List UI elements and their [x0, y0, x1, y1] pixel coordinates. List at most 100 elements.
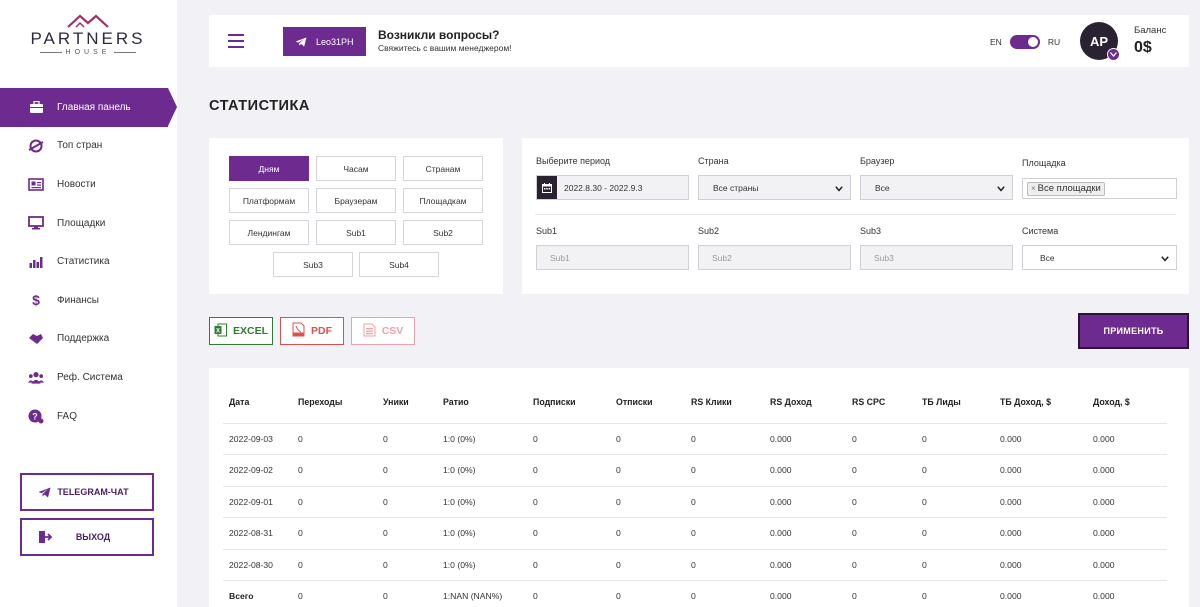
group-by-hours-button[interactable]: Часам — [316, 156, 396, 181]
sidebar-item-statistics[interactable]: Статистика — [0, 242, 177, 281]
sidebar-item-support[interactable]: Поддержка — [0, 320, 177, 359]
table-row: 2022-09-03 0 0 1:0 (0%) 0 0 0 0.000 0 0 0.000 0.000 — [223, 423, 1167, 455]
table-cell: 0.000 — [1087, 580, 1167, 607]
table-cell: 0 — [685, 454, 764, 487]
sidebar-item-label: Площадки — [57, 217, 106, 229]
group-by-days-button[interactable]: Дням — [229, 156, 309, 181]
sidebar-item-label: Реф. Система — [57, 371, 123, 383]
column-header[interactable]: Ратио — [437, 382, 527, 424]
table-cell: 0.000 — [1087, 423, 1167, 455]
table-cell: 0.000 — [764, 486, 846, 518]
telegram-icon — [38, 487, 52, 498]
filter-divider — [535, 214, 1176, 215]
sidebar-item-sites[interactable]: Площадки — [0, 204, 177, 243]
site-multiselect[interactable]: × Все площадки — [1022, 178, 1177, 199]
sidebar-item-faq[interactable]: ? FAQ — [0, 397, 177, 436]
sidebar-item-dashboard[interactable]: Главная панель — [0, 88, 177, 127]
sidebar-item-news[interactable]: Новости — [0, 165, 177, 204]
monitor-icon — [28, 215, 44, 231]
table-cell: 0 — [527, 549, 610, 581]
column-header[interactable]: ТБ Доход, $ — [994, 382, 1087, 424]
system-select[interactable]: Все — [1022, 245, 1177, 270]
browser-select[interactable]: Все — [860, 175, 1013, 200]
group-by-sites-button[interactable]: Площадкам — [403, 188, 483, 213]
table-row: 2022-09-01 0 0 1:0 (0%) 0 0 0 0.000 0 0 0.000 0.000 — [223, 486, 1167, 518]
period-label: Выберите период — [536, 156, 611, 166]
period-input[interactable]: 2022.8.30 - 2022.9.3 — [536, 175, 689, 200]
remove-tag-icon[interactable]: × — [1031, 184, 1036, 193]
column-header[interactable]: Дата — [223, 382, 292, 424]
site-tag[interactable]: × Все площадки — [1027, 181, 1105, 196]
group-by-platforms-button[interactable]: Платформам — [229, 188, 309, 213]
globe-icon — [28, 138, 44, 154]
column-header[interactable]: RS Клики — [685, 382, 764, 424]
table-cell: 0 — [610, 454, 685, 487]
sidebar-item-top-countries[interactable]: Топ стран — [0, 127, 177, 166]
sub2-input[interactable]: Sub2 — [698, 245, 851, 270]
table-cell: 0 — [292, 454, 377, 487]
table-cell: 0 — [685, 423, 764, 455]
sub3-input[interactable]: Sub3 — [860, 245, 1013, 270]
table-cell: 1:NAN (NAN%) — [437, 580, 527, 607]
table-cell: 1:0 (0%) — [437, 454, 527, 487]
export-excel-button[interactable]: X EXCEL — [209, 317, 273, 345]
column-header[interactable]: RS CPC — [846, 382, 916, 424]
logout-button[interactable]: ВЫХОД — [20, 518, 154, 556]
briefcase-icon — [28, 99, 44, 115]
menu-icon[interactable] — [228, 34, 244, 48]
column-header[interactable]: Доход, $ — [1087, 382, 1167, 424]
sidebar-item-finance[interactable]: $ Финансы — [0, 281, 177, 320]
table-cell: 0 — [846, 517, 916, 550]
column-header[interactable]: Уники — [377, 382, 437, 424]
export-csv-button[interactable]: CSV — [351, 317, 415, 345]
avatar[interactable]: AP — [1080, 22, 1120, 61]
language-toggle[interactable] — [1009, 35, 1040, 49]
table-cell: 0 — [685, 580, 764, 607]
export-pdf-button[interactable]: PDF — [280, 317, 344, 345]
table-cell: 0 — [292, 580, 377, 607]
table-body: 2022-09-03 0 0 1:0 (0%) 0 0 0 0.000 0 0 0.000 0.000… — [223, 423, 1167, 607]
table-cell: 0.000 — [994, 549, 1087, 581]
column-header[interactable]: Подписки — [527, 382, 610, 424]
lang-ru-label[interactable]: RU — [1048, 37, 1060, 47]
group-by-sub2-button[interactable]: Sub2 — [403, 220, 483, 245]
table-cell: 0 — [916, 580, 994, 607]
handshake-icon — [28, 331, 44, 347]
table-cell: 0 — [527, 517, 610, 550]
table-cell: 0 — [846, 486, 916, 518]
table-cell: 0.000 — [764, 517, 846, 550]
table-cell: 0 — [292, 517, 377, 550]
apply-button[interactable]: ПРИМЕНИТЬ — [1078, 313, 1189, 349]
sidebar-item-label: Новости — [57, 178, 96, 190]
dollar-icon: $ — [32, 292, 40, 309]
country-select[interactable]: Все страны — [698, 175, 851, 200]
filter-panel: Выберите период 2022.8.30 - 2022.9.3 Стр… — [522, 138, 1189, 294]
group-by-browsers-button[interactable]: Браузерам — [316, 188, 396, 213]
sidebar-item-referral[interactable]: Реф. Система — [0, 358, 177, 397]
site-label: Площадка — [1022, 158, 1066, 168]
system-label: Система — [1022, 226, 1059, 236]
table-cell: 1:0 (0%) — [437, 549, 527, 581]
lang-en-label[interactable]: EN — [990, 37, 1002, 47]
table-cell: 0 — [916, 549, 994, 581]
table-cell: 0 — [846, 549, 916, 581]
group-by-sub4-button[interactable]: Sub4 — [359, 252, 439, 277]
group-by-countries-button[interactable]: Странам — [403, 156, 483, 181]
group-by-sub3-button[interactable]: Sub3 — [273, 252, 353, 277]
logout-icon — [38, 530, 52, 544]
logo[interactable]: PARTNERS HOUSE — [28, 14, 148, 64]
group-by-sub1-button[interactable]: Sub1 — [316, 220, 396, 245]
sub1-label: Sub1 — [536, 226, 558, 236]
column-header[interactable]: Переходы — [292, 382, 377, 424]
svg-text:X: X — [216, 328, 220, 334]
column-header[interactable]: RS Доход — [764, 382, 846, 424]
sub1-input[interactable]: Sub1 — [536, 245, 689, 270]
sidebar-item-label: FAQ — [57, 410, 78, 422]
telegram-chat-button[interactable]: TELEGRAM-ЧАТ — [20, 473, 154, 511]
column-header[interactable]: ТБ Лиды — [916, 382, 994, 424]
table-cell: 0 — [377, 517, 437, 550]
group-by-landings-button[interactable]: Лендингам — [229, 220, 309, 245]
manager-telegram-button[interactable]: Leo31PH — [283, 27, 366, 56]
page-title: СТАТИСТИКА — [209, 98, 310, 114]
column-header[interactable]: Отписки — [610, 382, 685, 424]
